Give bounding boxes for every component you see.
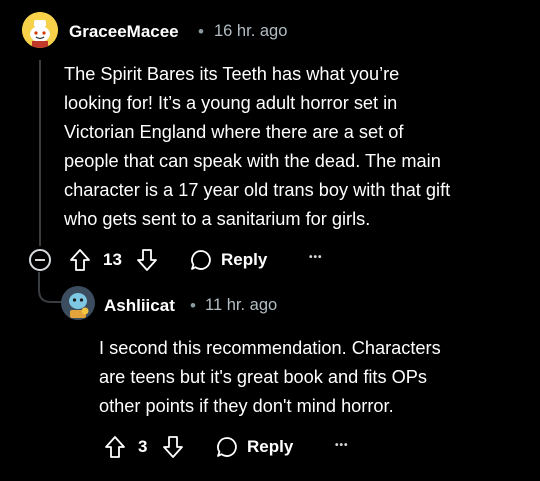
reply-timestamp[interactable]: 11 hr. ago	[205, 296, 277, 315]
comment-body-line: people that can speak with the dead. The…	[64, 151, 441, 171]
downvote-icon[interactable]	[137, 249, 157, 271]
reply-bubble-icon	[191, 250, 211, 270]
comment-body-line: The Spirit Bares its Teeth has what you’…	[64, 64, 400, 84]
overflow-menu-icon[interactable]: •••	[309, 252, 323, 263]
reply-body-line: are teens but it's great book and fits O…	[99, 367, 427, 387]
vote-count: 3	[138, 437, 148, 456]
upvote-icon[interactable]	[70, 249, 90, 271]
collapse-button[interactable]	[29, 249, 51, 271]
comment-body-line: Victorian England where there are a set …	[64, 122, 404, 142]
reply-label: Reply	[221, 250, 268, 269]
comment-author-name[interactable]: GraceeMacee	[69, 22, 179, 42]
downvote-icon[interactable]	[163, 436, 183, 458]
comment-body-line: character is a 17 year old trans boy wit…	[64, 180, 451, 200]
reply-body: I second this recommendation. Characters…	[99, 334, 534, 421]
comment-timestamp[interactable]: 16 hr. ago	[214, 22, 287, 41]
upvote-icon[interactable]	[105, 436, 125, 458]
meta-separator: •	[198, 22, 204, 41]
snoo-avatar-icon	[22, 12, 58, 48]
overflow-menu-icon[interactable]: •••	[335, 440, 349, 451]
comment-body-line: who gets sent to a sanitarium for girls.	[64, 209, 371, 229]
reply-body-line: I second this recommendation. Characters	[99, 338, 441, 358]
reply-bubble-icon	[217, 437, 237, 457]
comment-body: The Spirit Bares its Teeth has what you’…	[64, 60, 534, 234]
comment-body-line: looking for! It’s a young adult horror s…	[64, 93, 398, 113]
thread-line[interactable]	[39, 60, 41, 246]
reply-body-line: other points if they don't mind horror.	[99, 396, 394, 416]
meta-separator: •	[190, 296, 196, 315]
snoo-avatar-icon	[61, 286, 95, 320]
comment-author-avatar[interactable]	[22, 12, 58, 48]
reply-label: Reply	[247, 437, 294, 456]
reply-author-name[interactable]: Ashliicat	[104, 296, 175, 316]
vote-count: 13	[103, 250, 122, 269]
reply-author-avatar[interactable]	[61, 286, 95, 320]
